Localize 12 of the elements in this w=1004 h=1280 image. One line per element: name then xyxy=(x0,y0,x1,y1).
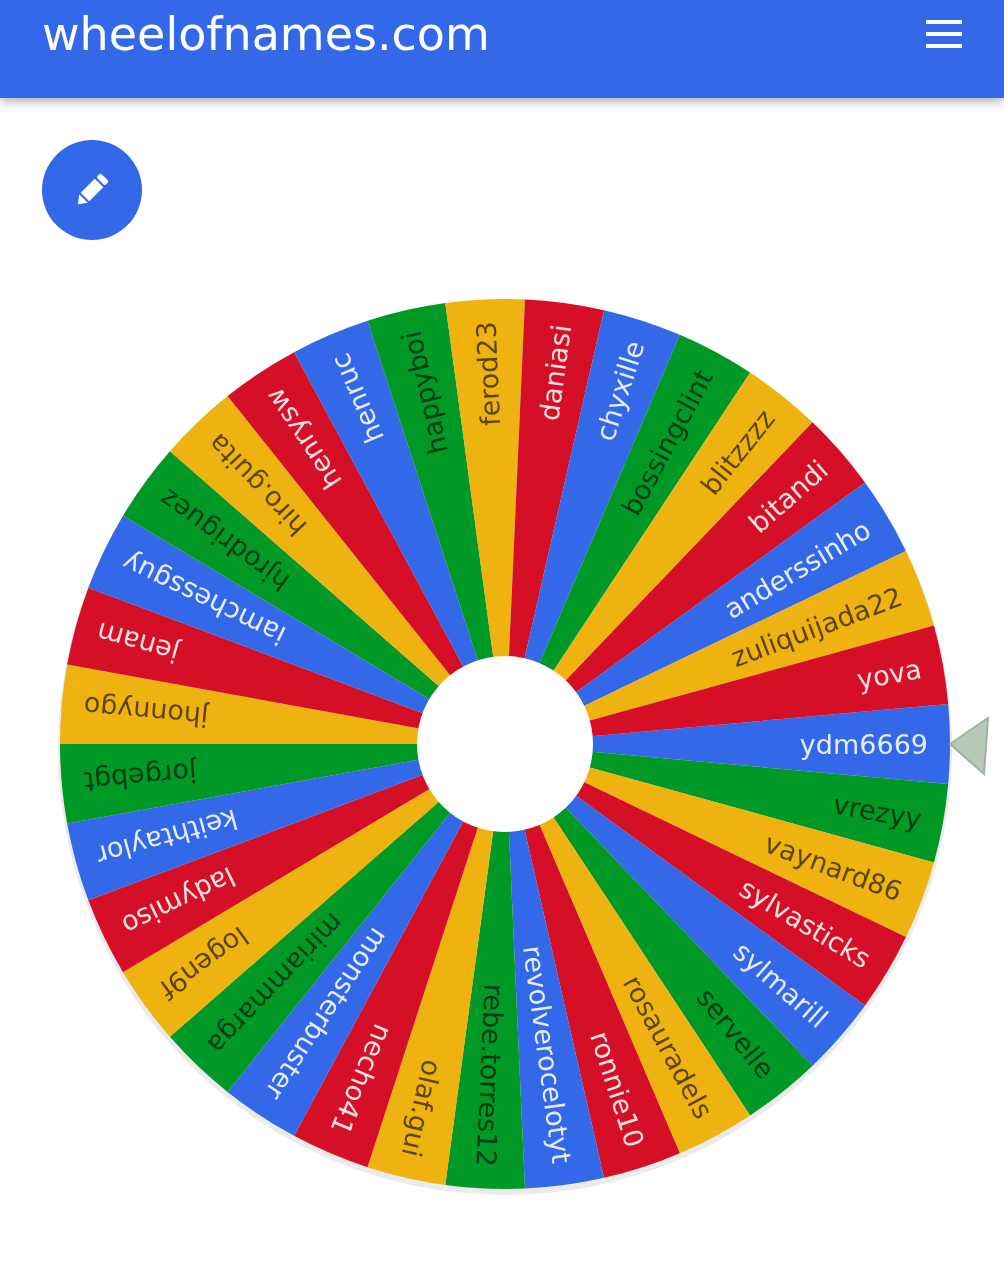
slice-label: jorgebgt xyxy=(82,756,198,798)
slice-label: vrezyy xyxy=(830,788,924,835)
pointer-icon xyxy=(948,716,990,777)
slice-label: rebe.torres12 xyxy=(470,983,510,1168)
slice-label: ydm6669 xyxy=(799,728,928,760)
slice-label: daniasi xyxy=(533,322,578,423)
slice-label: jhonnygo xyxy=(82,690,210,733)
site-title: wheelofnames.com xyxy=(42,11,490,57)
slice-label: olaf.gui xyxy=(395,1056,448,1160)
menu-icon xyxy=(924,18,964,50)
wheel-center[interactable] xyxy=(417,656,593,832)
slice-label: ferod23 xyxy=(470,320,507,427)
